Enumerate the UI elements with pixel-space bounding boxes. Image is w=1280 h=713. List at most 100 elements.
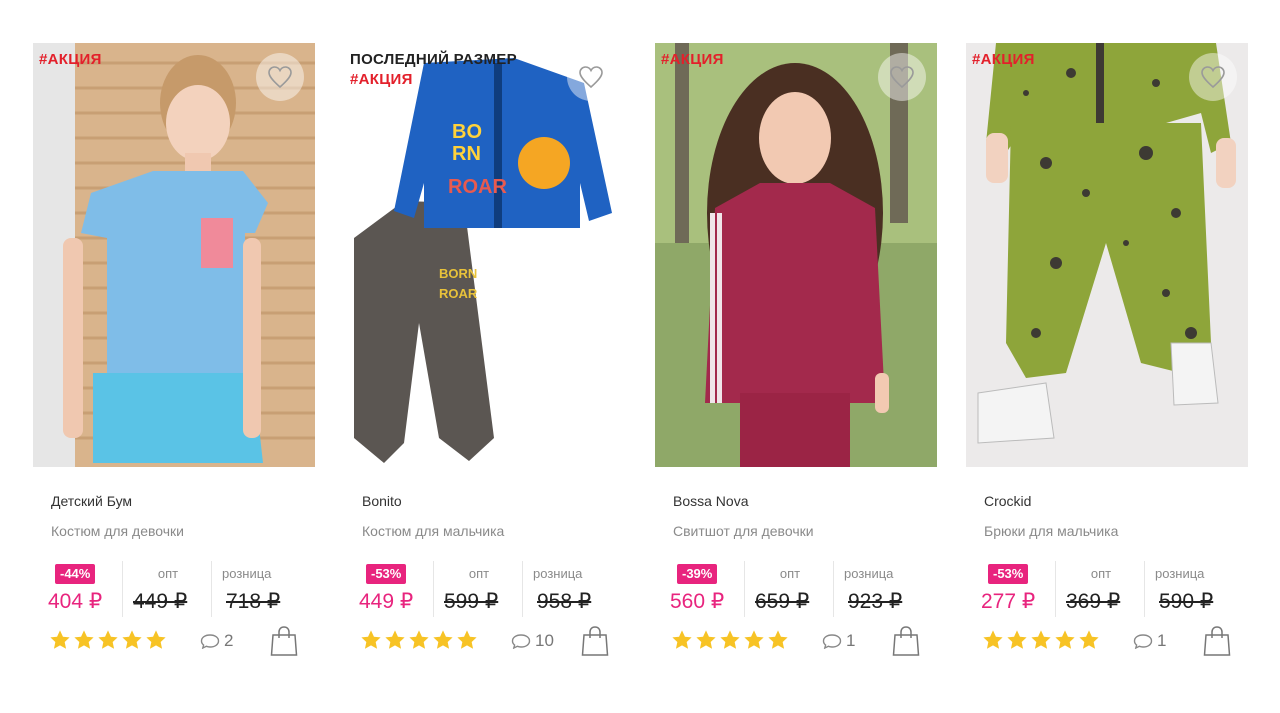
discount-badge: -39% <box>677 564 718 584</box>
product-description[interactable]: Костюм для мальчика <box>362 523 504 539</box>
price-block: -53% 277 ₽ опт 369 ₽ розница 590 ₽ <box>980 561 1240 617</box>
retail-price: 923 ₽ <box>848 590 903 613</box>
star-icon <box>98 630 118 649</box>
star-icon <box>122 630 142 649</box>
favorite-button[interactable] <box>1189 53 1237 101</box>
discount-badge: -44% <box>55 564 96 584</box>
product-brand[interactable]: Bonito <box>362 493 402 509</box>
last-size-badge: ПОСЛЕДНИЙ РАЗМЕР <box>350 51 517 68</box>
product-card[interactable]: #АКЦИЯ Crockid Брюки для мальчика -53% 2… <box>966 43 1248 673</box>
retail-label: розница <box>844 566 894 581</box>
svg-text:BO: BO <box>452 121 482 143</box>
discount-badge: -53% <box>988 564 1029 584</box>
product-description[interactable]: Брюки для мальчика <box>984 523 1118 539</box>
product-badges: #АКЦИЯ <box>972 50 1035 70</box>
price-block: -39% 560 ₽ опт 659 ₽ розница 923 ₽ <box>669 561 929 617</box>
comments-link[interactable]: 2 <box>200 631 233 651</box>
rating-stars <box>982 629 1100 651</box>
svg-text:RN: RN <box>452 143 481 165</box>
svg-text:ROAR: ROAR <box>448 176 507 198</box>
promo-badge: #АКЦИЯ <box>972 51 1035 68</box>
product-grid: #АКЦИЯ Детский Бум Костюм для девочки -4… <box>0 0 1280 713</box>
retail-label: розница <box>533 566 583 581</box>
product-description[interactable]: Свитшот для девочки <box>673 523 814 539</box>
add-to-cart-button[interactable] <box>1203 625 1231 657</box>
favorite-button[interactable] <box>567 53 615 101</box>
comments-link[interactable]: 10 <box>511 631 554 651</box>
wholesale-price: 449 ₽ <box>133 590 188 613</box>
star-icon <box>720 630 740 649</box>
product-card[interactable]: #АКЦИЯ Bossa Nova Свитшот для девочки -3… <box>655 43 937 673</box>
product-card[interactable]: BO RN ROAR BORN ROAR ПОСЛЕДНИЙ РАЗМЕР #А… <box>344 43 626 673</box>
product-image[interactable] <box>33 43 315 467</box>
wholesale-label: опт <box>468 566 490 581</box>
current-price: 560 ₽ <box>670 590 725 613</box>
product-card[interactable]: #АКЦИЯ Детский Бум Костюм для девочки -4… <box>33 43 315 673</box>
retail-label: розница <box>1155 566 1205 581</box>
promo-badge: #АКЦИЯ <box>39 51 102 68</box>
promo-badge: #АКЦИЯ <box>350 71 413 88</box>
wholesale-label: опт <box>779 566 801 581</box>
divider <box>1144 561 1145 617</box>
product-image[interactable]: BO RN ROAR BORN ROAR <box>344 43 626 467</box>
wholesale-label: опт <box>1090 566 1112 581</box>
star-icon <box>744 630 764 649</box>
comments-link[interactable]: 1 <box>1133 631 1166 651</box>
retail-price: 718 ₽ <box>226 590 281 613</box>
star-icon <box>457 630 477 649</box>
discount-badge: -53% <box>366 564 407 584</box>
comments-link[interactable]: 1 <box>822 631 855 651</box>
divider <box>433 561 434 617</box>
svg-text:BORN: BORN <box>439 266 477 281</box>
current-price: 449 ₽ <box>359 590 414 613</box>
shopping-bag-icon <box>270 626 298 656</box>
product-badges: #АКЦИЯ <box>39 50 102 70</box>
add-to-cart-button[interactable] <box>892 625 920 657</box>
comments-count: 10 <box>535 631 554 650</box>
product-brand[interactable]: Bossa Nova <box>673 493 748 509</box>
product-footer: 1 <box>671 625 921 657</box>
retail-price: 958 ₽ <box>537 590 592 613</box>
divider <box>1055 561 1056 617</box>
divider <box>744 561 745 617</box>
speech-bubble-icon <box>200 634 220 649</box>
heart-outline-icon <box>579 66 603 89</box>
product-image[interactable] <box>655 43 937 467</box>
price-block: -44% 404 ₽ опт 449 ₽ розница 718 ₽ <box>47 561 307 617</box>
shopping-bag-icon <box>581 626 609 656</box>
product-footer: 2 <box>49 625 299 657</box>
wholesale-price: 659 ₽ <box>755 590 810 613</box>
product-brand[interactable]: Crockid <box>984 493 1031 509</box>
star-icon <box>146 630 166 649</box>
star-icon <box>696 630 716 649</box>
add-to-cart-button[interactable] <box>581 625 609 657</box>
speech-bubble-icon <box>822 634 842 649</box>
star-icon <box>409 630 429 649</box>
product-image[interactable] <box>966 43 1248 467</box>
rating-stars <box>671 629 789 651</box>
star-icon <box>385 630 405 649</box>
star-icon <box>361 630 381 649</box>
promo-badge: #АКЦИЯ <box>661 51 724 68</box>
speech-bubble-icon <box>1133 634 1153 649</box>
retail-price: 590 ₽ <box>1159 590 1214 613</box>
heart-outline-icon <box>890 66 914 89</box>
star-icon <box>50 630 70 649</box>
product-badges: ПОСЛЕДНИЙ РАЗМЕР #АКЦИЯ <box>350 50 517 90</box>
star-icon <box>74 630 94 649</box>
comments-count: 1 <box>1157 631 1167 650</box>
product-brand[interactable]: Детский Бум <box>51 493 132 509</box>
favorite-button[interactable] <box>256 53 304 101</box>
current-price: 277 ₽ <box>981 590 1036 613</box>
product-footer: 10 <box>360 625 610 657</box>
divider <box>833 561 834 617</box>
star-icon <box>1079 630 1099 649</box>
rating-stars <box>360 629 478 651</box>
star-icon <box>1055 630 1075 649</box>
product-description[interactable]: Костюм для девочки <box>51 523 184 539</box>
wholesale-label: опт <box>157 566 179 581</box>
add-to-cart-button[interactable] <box>270 625 298 657</box>
divider <box>122 561 123 617</box>
favorite-button[interactable] <box>878 53 926 101</box>
star-icon <box>1031 630 1051 649</box>
